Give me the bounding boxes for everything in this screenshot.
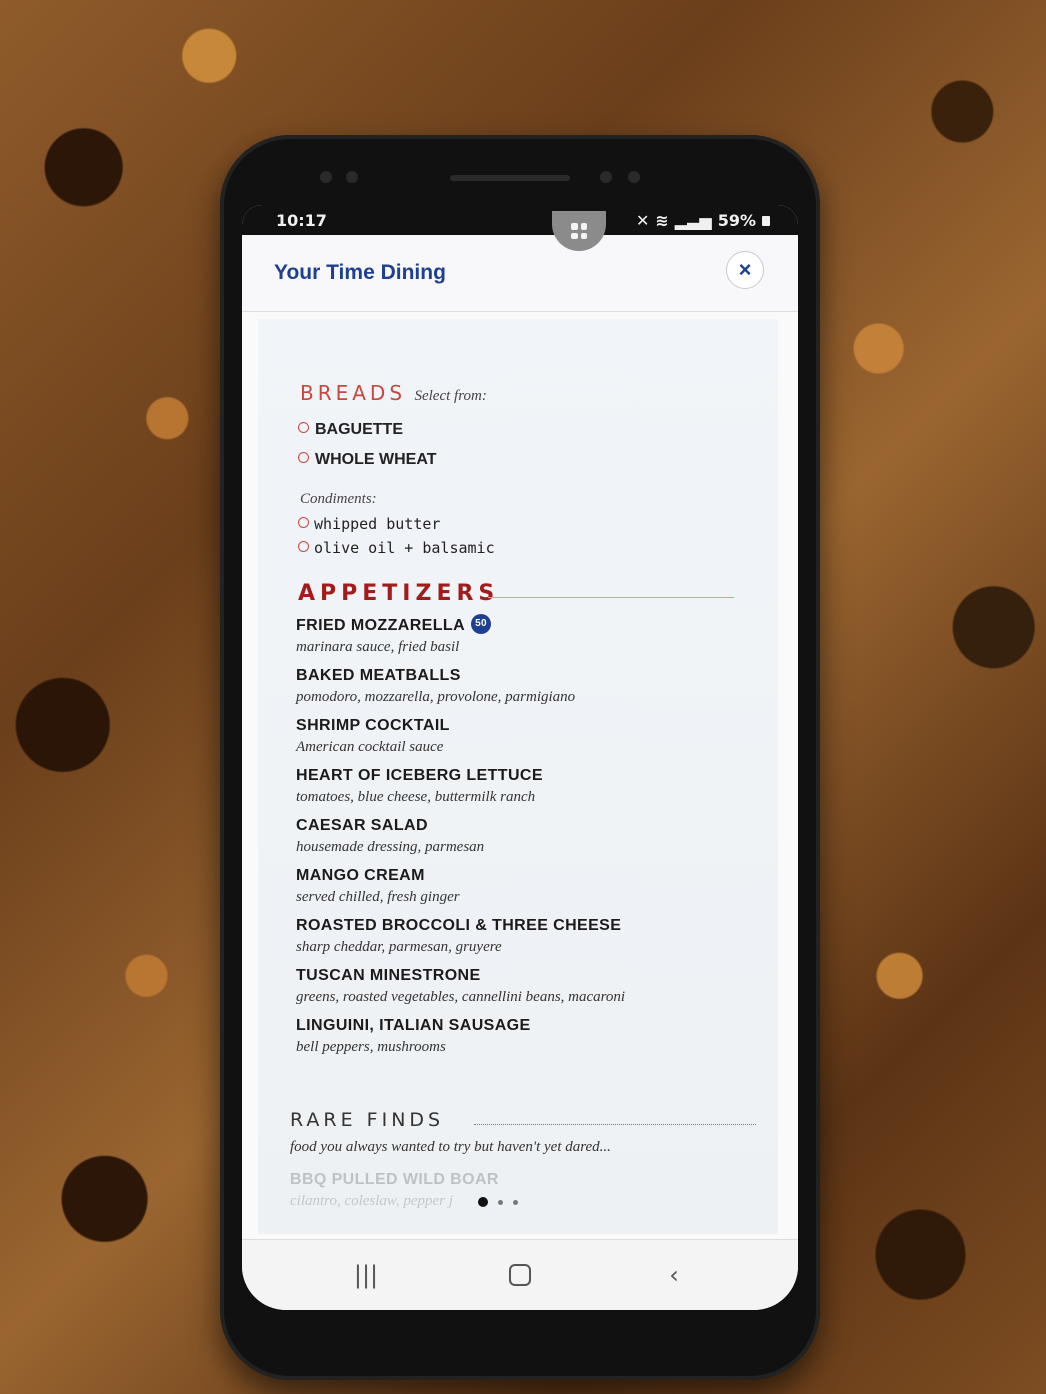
back-button[interactable]: ‹ — [654, 1258, 694, 1292]
list-item[interactable]: TUSCAN MINESTRONE greens, roasted vegeta… — [296, 965, 766, 1007]
list-item[interactable]: SHRIMP COCKTAIL American cocktail sauce — [296, 715, 766, 757]
bread-option-whole-wheat[interactable]: WHOLE WHEAT — [298, 451, 436, 469]
item-name: FRIED MOZZARELLA 50 — [296, 613, 766, 637]
radio-circle-icon — [298, 452, 309, 464]
item-name: ROASTED BROCCOLI & THREE CHEESE — [296, 917, 622, 934]
wifi-icon: ≋ — [655, 211, 669, 230]
home-icon — [509, 1264, 531, 1286]
list-item[interactable]: HEART OF ICEBERG LETTUCE tomatoes, blue … — [296, 765, 766, 807]
breads-title: BREADS — [300, 381, 407, 405]
item-description: pomodoro, mozzarella, provolone, parmigi… — [296, 689, 576, 705]
item-name: BAKED MEATBALLS — [296, 667, 461, 684]
appetizers-heading: APPETIZERS — [298, 581, 500, 606]
iris-scanner-icon — [600, 171, 612, 183]
list-item[interactable]: MANGO CREAM served chilled, fresh ginger — [296, 865, 766, 907]
sensor-icon — [346, 171, 358, 183]
status-bar: 10:17 ✕ ≋ ▂▃▅ 59% — [242, 205, 798, 235]
item-description: tomatoes, blue cheese, buttermilk ranch — [296, 789, 536, 805]
close-button[interactable]: × — [726, 251, 764, 289]
mute-icon: ✕ — [635, 211, 650, 230]
appetizer-list: FRIED MOZZARELLA 50 marinara sauce, fried… — [296, 613, 766, 1065]
radio-circle-icon — [298, 422, 309, 434]
home-button[interactable] — [500, 1258, 540, 1292]
item-name: CAESAR SALAD — [296, 817, 428, 834]
rare-finds-heading: RARE FINDS — [290, 1109, 445, 1131]
page-dot-active[interactable] — [478, 1197, 488, 1207]
breads-heading: BREADS Select from: — [300, 381, 487, 405]
status-time: 10:17 — [276, 211, 327, 230]
recent-apps-button[interactable]: ||| — [346, 1258, 386, 1292]
list-item[interactable]: CAESAR SALAD housemade dressing, parmesa… — [296, 815, 766, 857]
app-header: Your Time Dining × — [242, 235, 798, 312]
item-name: HEART OF ICEBERG LETTUCE — [296, 767, 543, 784]
rare-finds-divider — [474, 1124, 756, 1125]
condiments-title: Condiments: — [300, 491, 377, 507]
item-name: SHRIMP COCKTAIL — [296, 717, 450, 734]
list-item[interactable]: BAKED MEATBALLS pomodoro, mozzarella, pr… — [296, 665, 766, 707]
android-nav-bar: ||| ‹ — [242, 1239, 798, 1310]
item-name: BBQ PULLED WILD BOAR — [290, 1171, 499, 1188]
radio-circle-icon — [298, 541, 309, 552]
condiment-option-label: whipped butter — [314, 515, 441, 533]
page-dot[interactable] — [498, 1199, 503, 1205]
item-description: served chilled, fresh ginger — [296, 889, 460, 905]
status-indicators: ✕ ≋ ▂▃▅ 59% — [636, 211, 770, 230]
bread-option-label: WHOLE WHEAT — [315, 451, 437, 468]
rare-finds-description: food you always wanted to try but haven'… — [290, 1139, 611, 1155]
item-name: TUSCAN MINESTRONE — [296, 967, 481, 984]
item-name-text: FRIED MOZZARELLA — [296, 617, 466, 634]
item-description: sharp cheddar, parmesan, gruyere — [296, 939, 502, 955]
front-camera-icon — [320, 171, 332, 183]
condiment-option-olive-oil[interactable]: olive oil + balsamic — [298, 539, 495, 557]
proximity-sensor-icon — [628, 171, 640, 183]
signal-icon: ▂▃▅ — [674, 211, 712, 230]
battery-icon — [762, 215, 770, 226]
item-name: MANGO CREAM — [296, 867, 425, 884]
item-description: housemade dressing, parmesan — [296, 839, 485, 855]
list-item[interactable]: LINGUINI, ITALIAN SAUSAGE bell peppers, … — [296, 1015, 766, 1057]
item-description: bell peppers, mushrooms — [296, 1039, 446, 1055]
menu-page[interactable]: BREADS Select from: BAGUETTE WHOLE WHEAT… — [258, 319, 778, 1234]
phone-screen: 10:17 ✕ ≋ ▂▃▅ 59% Your Time Dining × BRE… — [242, 205, 798, 1310]
appetizers-divider — [488, 597, 734, 598]
item-description: greens, roasted vegetables, cannellini b… — [296, 989, 626, 1005]
page-indicator[interactable] — [478, 1197, 518, 1207]
bread-option-label: BAGUETTE — [315, 421, 403, 438]
partial-menu-item[interactable]: BBQ PULLED WILD BOAR cilantro, coleslaw,… — [290, 1169, 499, 1211]
list-item[interactable]: FRIED MOZZARELLA 50 marinara sauce, fried… — [296, 613, 766, 657]
battery-percentage: 59% — [717, 211, 756, 230]
bread-option-baguette[interactable]: BAGUETTE — [298, 421, 403, 439]
item-description: American cocktail sauce — [296, 739, 444, 755]
phone-frame: 10:17 ✕ ≋ ▂▃▅ 59% Your Time Dining × BRE… — [220, 135, 820, 1380]
item-name: LINGUINI, ITALIAN SAUSAGE — [296, 1017, 531, 1034]
item-description: marinara sauce, fried basil — [296, 639, 460, 655]
breads-subtitle: Select from: — [414, 388, 487, 404]
phone-speaker — [450, 175, 570, 181]
condiment-option-label: olive oil + balsamic — [314, 539, 495, 557]
grid-icon — [571, 223, 587, 239]
page-dot[interactable] — [513, 1199, 518, 1205]
anniversary-badge-icon: 50 — [471, 613, 492, 634]
list-item[interactable]: ROASTED BROCCOLI & THREE CHEESE sharp ch… — [296, 915, 766, 957]
condiment-option-butter[interactable]: whipped butter — [298, 515, 440, 533]
item-description: cilantro, coleslaw, pepper j — [290, 1193, 453, 1209]
radio-circle-icon — [298, 517, 309, 528]
app-title: Your Time Dining — [274, 261, 446, 284]
